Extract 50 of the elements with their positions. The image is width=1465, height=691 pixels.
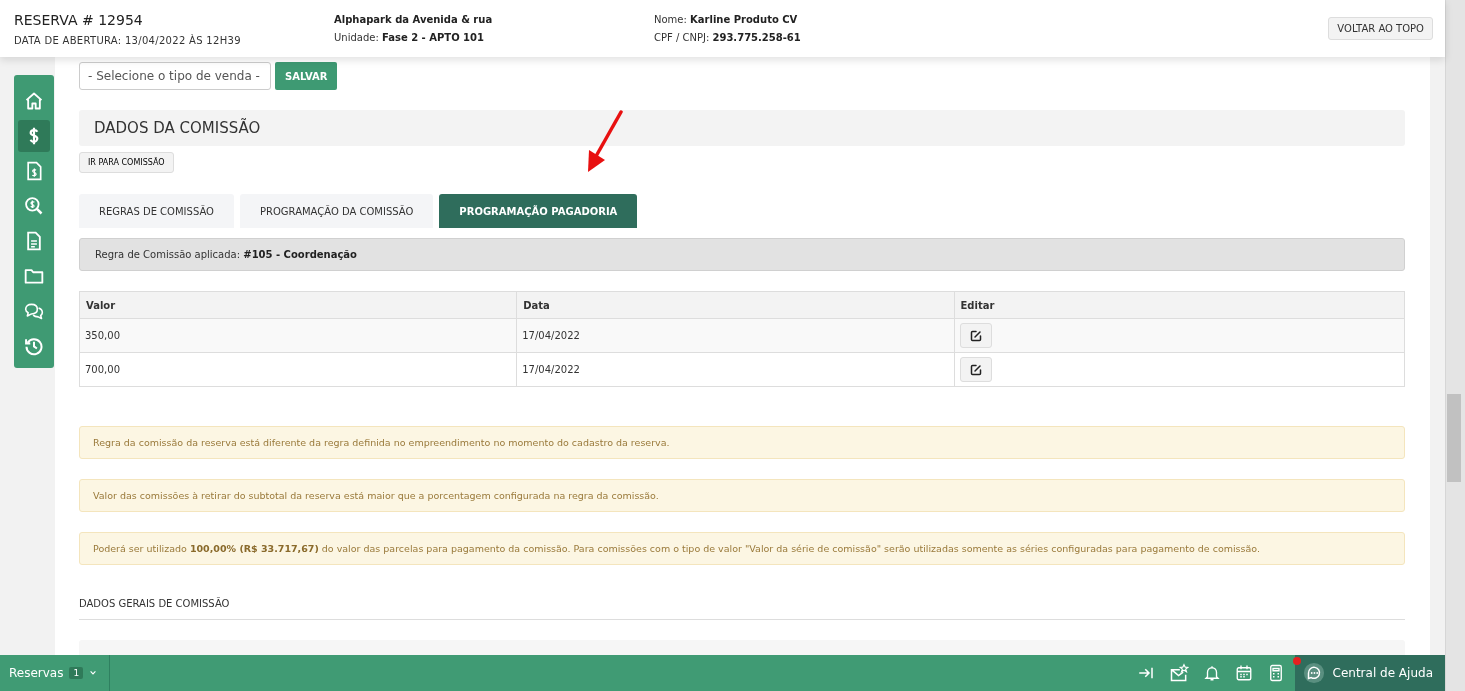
chat-icon [24,301,44,321]
chevron-down-icon [89,669,98,677]
table-cell: 700,00 [79,352,517,387]
invoice-icon [24,161,44,181]
warning-alert: Valor das comissões à retirar do subtotal da reserva está maior que a porcentagem configurada na regra da comissão. [79,479,1405,512]
unit-label: Unidade: [334,32,379,43]
name-label: Nome: [654,14,687,25]
document-label: CPF / CNPJ: [654,32,710,43]
back-to-top-button[interactable]: VOLTAR AO TOPO [1328,17,1433,40]
go-to-commission-button[interactable]: IR PARA COMISSÃO [79,152,174,173]
tab[interactable]: REGRAS DE COMISSÃO [79,194,234,228]
edit-icon [969,363,982,376]
project-name: Alphapark da Avenida & rua [334,14,494,25]
chat-icon [1302,662,1325,684]
edit-icon [969,329,982,342]
folder-icon [24,266,44,286]
warning-alert: Poderá ser utilizado 100,00% (R$ 33.717,67) do valor das parcelas para pagamento da comissão. Para comissões com o tipo de valor "Valor da série de comissão" serão utilizadas somente as séries configuradas para pagamento de comissão. [79,532,1405,565]
column-header: Editar [954,291,1405,319]
warning-alert: Regra da comissão da reserva está diferente da regra definida no empreendimento no momento do cadastro da reserva. [79,426,1405,459]
search-dollar-icon [24,196,44,216]
annotation-arrow [585,110,625,174]
reservation-title: RESERVA # 12954 [14,11,144,28]
table-cell: 17/04/2022 [516,352,954,387]
edit-button[interactable] [959,323,992,348]
general-data-title: DADOS GERAIS DE COMISSÃO [79,598,1405,620]
unit-value: Fase 2 - APTO 101 [381,32,484,43]
document-number: 293.775.258-61 [712,32,801,43]
column-header: Valor [79,291,517,319]
sidebar-item[interactable] [18,120,50,152]
tab[interactable]: PROGRAMAÇÃO DA COMISSÃO [240,194,434,228]
sale-type-select[interactable]: - Selecione o tipo de venda - [79,62,271,90]
notification-icon[interactable] [1202,664,1221,682]
edit-button[interactable] [959,357,992,382]
history-icon [24,336,44,356]
applied-rule-text: Regra de Comissão aplicada: #105 - Coordenação [95,249,357,260]
tab[interactable]: PROGRAMAÇÃO PAGADORIA [439,194,638,228]
table-cell: 17/04/2022 [516,318,954,353]
scrollbar[interactable] [1445,0,1465,691]
document-icon [24,231,44,251]
scrollbar-thumb[interactable] [1447,394,1461,482]
reservations-tab[interactable]: Reservas 1 [0,655,111,691]
column-header: Data [516,291,954,319]
opening-date: DATA DE ABERTURA: 13/04/2022 ÀS 12H39 [14,34,242,46]
calendar-icon[interactable] [1234,664,1253,682]
mail-star-icon[interactable] [1168,663,1189,683]
section-title: DADOS DA COMISSÃO [79,110,1405,146]
help-center-button[interactable]: Central de Ajuda [1294,655,1445,691]
client-name: Karline Produto CV [690,14,798,25]
table-cell: 350,00 [79,318,517,353]
home-icon [24,91,44,111]
